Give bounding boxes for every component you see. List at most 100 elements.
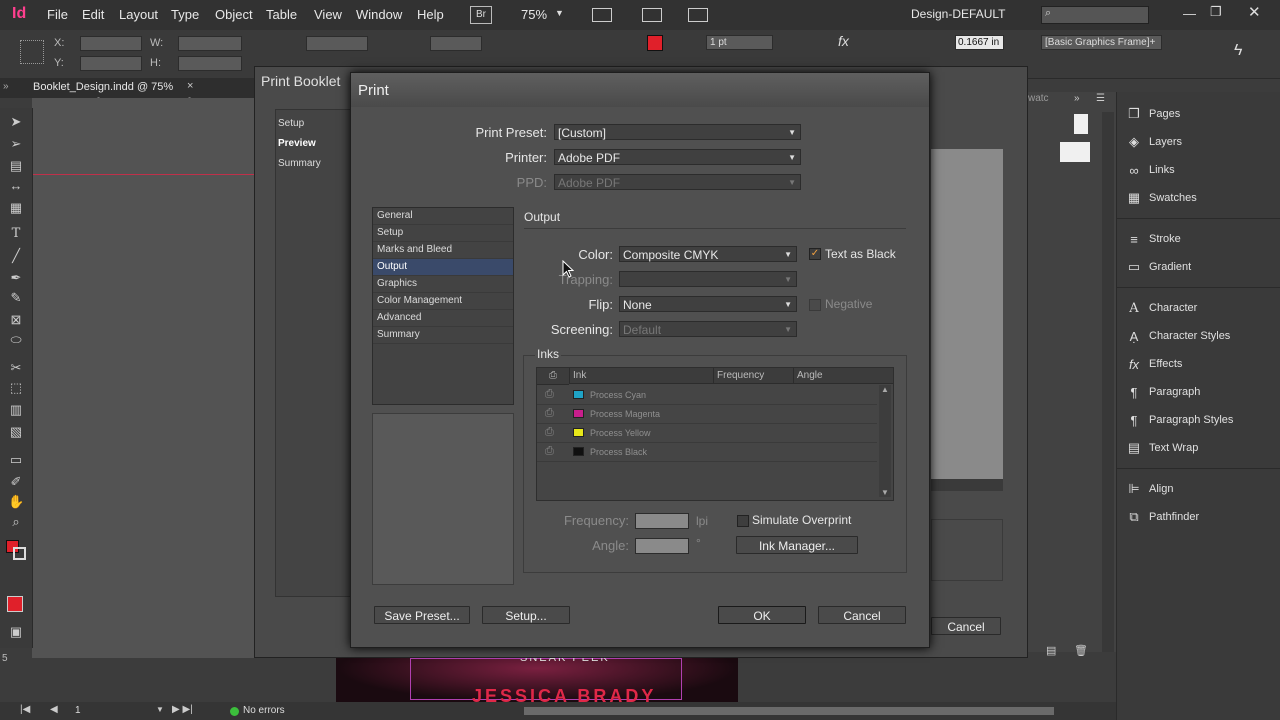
page-dropdown-icon[interactable]: ▼ bbox=[156, 705, 164, 714]
menu-edit[interactable]: Edit bbox=[82, 7, 104, 22]
color-dropdown[interactable]: Composite CMYK ▼ bbox=[619, 246, 797, 262]
menu-view[interactable]: View bbox=[314, 7, 342, 22]
menu-file[interactable]: File bbox=[47, 7, 68, 22]
scroll-down-icon[interactable]: ▼ bbox=[881, 488, 889, 497]
content-collector-icon[interactable]: ▦ bbox=[8, 200, 24, 216]
category-marks-and-bleed[interactable]: Marks and Bleed bbox=[373, 242, 513, 259]
x-field[interactable] bbox=[80, 36, 142, 51]
panel-collapse-icon[interactable]: » bbox=[1074, 93, 1080, 104]
pen-tool-icon[interactable]: ✒ bbox=[8, 270, 24, 286]
note-tool-icon[interactable]: ▭ bbox=[8, 452, 24, 468]
printer-icon[interactable]: ⎙ bbox=[545, 407, 554, 420]
stroke-color-icon[interactable] bbox=[13, 547, 26, 560]
category-general[interactable]: General bbox=[373, 208, 513, 225]
print-titlebar[interactable]: Print bbox=[351, 73, 929, 107]
menu-help[interactable]: Help bbox=[417, 7, 444, 22]
scroll-up-icon[interactable]: ▲ bbox=[881, 385, 889, 394]
booklet-category-summary[interactable]: Summary bbox=[278, 158, 321, 169]
h-field[interactable] bbox=[178, 56, 242, 71]
menu-type[interactable]: Type bbox=[171, 7, 199, 22]
gradient-feather-tool-icon[interactable]: ▧ bbox=[8, 424, 24, 440]
printer-icon[interactable]: ⎙ bbox=[545, 426, 554, 439]
panel-character-styles[interactable]: Ạ Character Styles bbox=[1127, 326, 1231, 346]
ink-row[interactable]: ⎙ Process Yellow bbox=[537, 423, 877, 443]
panel-pathfinder[interactable]: ⧉ Pathfinder bbox=[1127, 507, 1199, 527]
screen-mode-icon[interactable] bbox=[642, 8, 662, 22]
save-preset-button[interactable]: Save Preset... bbox=[374, 606, 470, 624]
menu-object[interactable]: Object bbox=[215, 7, 253, 22]
fill-swatch[interactable] bbox=[647, 35, 663, 51]
menu-table[interactable]: Table bbox=[266, 7, 297, 22]
next-page-icon[interactable]: ▶ ▶| bbox=[172, 704, 193, 715]
panel-paragraph-styles[interactable]: ¶ Paragraph Styles bbox=[1127, 410, 1234, 430]
w-field[interactable] bbox=[178, 36, 242, 51]
panel-stroke[interactable]: ≡ Stroke bbox=[1127, 229, 1181, 249]
printer-icon[interactable]: ⎙ bbox=[545, 445, 554, 458]
ok-button[interactable]: OK bbox=[718, 606, 806, 624]
panel-paragraph[interactable]: ¶ Paragraph bbox=[1127, 382, 1201, 402]
page-tool-icon[interactable]: ▤ bbox=[8, 158, 24, 174]
simulate-overprint-checkbox[interactable] bbox=[737, 515, 749, 527]
booklet-cancel-button[interactable]: Cancel bbox=[931, 617, 1001, 635]
document-canvas[interactable] bbox=[32, 98, 254, 658]
direct-selection-tool-icon[interactable]: ➢ bbox=[8, 136, 24, 152]
panel-text-wrap[interactable]: ▤ Text Wrap bbox=[1127, 438, 1198, 458]
type-tool-icon[interactable]: T bbox=[8, 226, 24, 242]
object-style-field[interactable]: [Basic Graphics Frame]+ bbox=[1041, 35, 1162, 50]
inks-scrollbar[interactable]: ▲ ▼ bbox=[879, 385, 891, 497]
workspace-switcher[interactable]: Design-DEFAULT bbox=[911, 7, 1005, 21]
scale-x-field[interactable] bbox=[306, 36, 368, 51]
first-page-icon[interactable]: |◀ bbox=[20, 704, 30, 715]
panel-links[interactable]: ∞ Links bbox=[1127, 160, 1174, 180]
restore-icon[interactable]: ❐ bbox=[1210, 4, 1222, 20]
printer-dropdown[interactable]: Adobe PDF ▼ bbox=[554, 149, 801, 165]
master-page-thumb[interactable] bbox=[1074, 114, 1088, 134]
fx-icon[interactable]: fx bbox=[838, 33, 849, 49]
category-color-management[interactable]: Color Management bbox=[373, 293, 513, 310]
zoom-tool-icon[interactable]: ⌕ bbox=[8, 514, 24, 530]
view-options-icon[interactable] bbox=[592, 8, 612, 22]
collapse-icon[interactable]: » bbox=[3, 81, 9, 92]
panel-align[interactable]: ⊫ Align bbox=[1127, 479, 1173, 499]
category-output[interactable]: Output bbox=[373, 259, 513, 276]
horizontal-scrollbar[interactable] bbox=[524, 707, 1054, 715]
page-number[interactable]: 1 bbox=[75, 705, 81, 716]
panel-gradient[interactable]: ▭ Gradient bbox=[1127, 257, 1191, 277]
ink-column-header[interactable]: Ink bbox=[569, 368, 713, 384]
category-summary[interactable]: Summary bbox=[373, 327, 513, 344]
setup-button[interactable]: Setup... bbox=[482, 606, 570, 624]
preflight-status[interactable]: No errors bbox=[243, 705, 285, 716]
close-tab-icon[interactable]: × bbox=[187, 80, 193, 92]
document-tab[interactable]: Booklet_Design.indd @ 75% bbox=[33, 81, 173, 93]
panel-effects[interactable]: fx Effects bbox=[1127, 354, 1183, 374]
ink-row[interactable]: ⎙ Process Black bbox=[537, 442, 877, 462]
panel-pages[interactable]: ❐ Pages bbox=[1127, 104, 1180, 124]
eyedropper-tool-icon[interactable]: ✐ bbox=[8, 474, 24, 490]
delete-page-icon[interactable]: 🗑 bbox=[1074, 644, 1088, 657]
angle-column-header[interactable]: Angle bbox=[793, 368, 893, 384]
bridge-button[interactable]: Br bbox=[470, 6, 492, 24]
panel-layers[interactable]: ◈ Layers bbox=[1127, 132, 1182, 152]
print-preset-dropdown[interactable]: [Custom] ▼ bbox=[554, 124, 801, 140]
line-tool-icon[interactable]: ╱ bbox=[8, 248, 24, 264]
gap-tool-icon[interactable]: ↔ bbox=[8, 178, 24, 194]
pages-scrollbar[interactable] bbox=[1102, 112, 1114, 652]
booklet-category-setup[interactable]: Setup bbox=[278, 118, 304, 129]
stroke-weight-field[interactable]: 1 pt bbox=[706, 35, 773, 50]
scissors-tool-icon[interactable]: ✂ bbox=[8, 360, 24, 376]
pencil-tool-icon[interactable]: ✎ bbox=[8, 290, 24, 306]
ellipse-tool-icon[interactable]: ⬭ bbox=[8, 332, 24, 348]
category-advanced[interactable]: Advanced bbox=[373, 310, 513, 327]
lightning-icon[interactable]: ϟ bbox=[1234, 42, 1242, 60]
zoom-level[interactable]: 75% bbox=[521, 7, 547, 22]
category-graphics[interactable]: Graphics bbox=[373, 276, 513, 293]
menu-window[interactable]: Window bbox=[356, 7, 402, 22]
booklet-preview-scrollbar[interactable] bbox=[931, 479, 1003, 491]
ink-row[interactable]: ⎙ Process Cyan bbox=[537, 385, 877, 405]
arrange-documents-icon[interactable] bbox=[688, 8, 708, 22]
prev-page-icon[interactable]: ◀ bbox=[50, 704, 58, 715]
selection-tool-icon[interactable]: ➤ bbox=[8, 114, 24, 130]
frequency-column-header[interactable]: Frequency bbox=[713, 368, 793, 384]
panel-character[interactable]: A Character bbox=[1127, 298, 1197, 318]
panel-menu-icon[interactable]: ☰ bbox=[1096, 93, 1105, 104]
